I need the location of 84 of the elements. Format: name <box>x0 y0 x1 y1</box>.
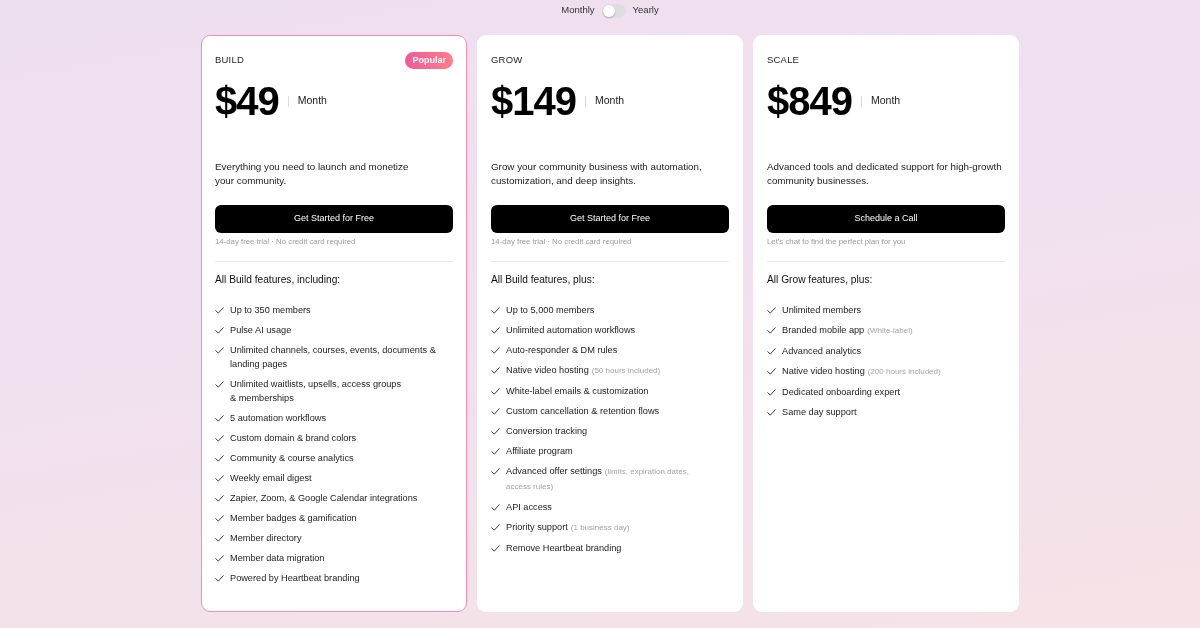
plan-description: Grow your community business with automation, customization, and deep insights. <box>491 160 703 188</box>
feature-text: Member badges & gamification <box>230 512 357 525</box>
feature-text: Native video hosting (50 hours included) <box>506 364 661 377</box>
check-icon <box>215 415 224 422</box>
check-icon <box>215 515 224 522</box>
feature-text: API access <box>506 501 552 514</box>
check-icon <box>215 307 224 314</box>
check-icon <box>491 524 500 531</box>
price: $49 <box>215 81 279 121</box>
billing-toggle[interactable] <box>601 3 626 18</box>
features-heading: All Build features, including: <box>215 273 342 287</box>
check-icon <box>767 307 776 314</box>
check-icon <box>491 347 500 354</box>
cta-button[interactable]: Schedule a Call <box>767 205 1005 233</box>
check-icon <box>491 327 500 334</box>
check-icon <box>215 575 224 582</box>
check-icon <box>215 555 224 562</box>
check-icon <box>215 475 224 482</box>
check-icon <box>215 347 224 354</box>
check-icon <box>767 368 776 375</box>
check-icon <box>215 327 224 334</box>
features-heading: All Build features, plus: <box>491 273 596 287</box>
cta-button[interactable]: Get Started for Free <box>215 205 453 233</box>
check-icon <box>491 367 500 374</box>
check-icon <box>491 448 500 455</box>
features-heading: All Grow features, plus: <box>767 273 874 287</box>
toggle-label: Monthly <box>561 3 595 18</box>
plan-description: Everything you need to launch and monetize your community. <box>215 160 410 188</box>
plan-name: SCALE <box>767 53 800 68</box>
feature-text: Weekly email digest <box>230 472 312 485</box>
toggle-label: Yearly <box>632 3 659 18</box>
price-period: Month <box>871 93 901 109</box>
feature-text: Same day support <box>782 406 857 419</box>
cta-button[interactable]: Get Started for Free <box>491 205 729 233</box>
price-period: Month <box>595 93 625 109</box>
feature-text: White-label emails & customization <box>506 385 649 398</box>
feature-text: Member directory <box>230 532 302 545</box>
feature-text: Unlimited waitlists, upsells, access groups & memberships <box>230 378 402 405</box>
feature-text: Native video hosting (200 hours included) <box>782 365 941 378</box>
feature-text: Priority support (1 business day) <box>506 521 630 534</box>
feature-text: Zapier, Zoom, & Google Calendar integrations <box>230 492 418 505</box>
check-icon <box>491 468 500 475</box>
feature-text: Remove Heartbeat branding <box>506 542 622 555</box>
feature-text: Pulse AI usage <box>230 324 292 337</box>
popular-badge: Popular <box>405 52 453 69</box>
check-icon <box>767 389 776 396</box>
feature-text: Branded mobile app (White-label) <box>782 324 913 337</box>
feature-text: Custom cancellation & retention flows <box>506 405 660 418</box>
feature-text: Up to 350 members <box>230 304 311 317</box>
price: $849 <box>767 81 852 121</box>
check-icon <box>215 435 224 442</box>
check-icon <box>491 388 500 395</box>
feature-text: Dedicated onboarding expert <box>782 386 900 399</box>
plan-name: GROW <box>491 53 523 68</box>
feature-text: Powered by Heartbeat branding <box>230 572 360 585</box>
plan-description: Advanced tools and dedicated support for high-growth community businesses. <box>767 160 1003 188</box>
feature-text: Custom domain & brand colors <box>230 432 357 445</box>
feature-text: Unlimited members <box>782 304 862 317</box>
check-icon <box>767 327 776 334</box>
feature-text: Advanced offer settings (limits, expiration dates, access rules) <box>506 465 690 493</box>
price: $149 <box>491 81 576 121</box>
check-icon <box>215 535 224 542</box>
check-icon <box>491 307 500 314</box>
price-period: Month <box>297 93 327 109</box>
check-icon <box>491 408 500 415</box>
check-icon <box>215 455 224 462</box>
feature-text: Up to 5,000 members <box>506 304 595 317</box>
feature-text: Member data migration <box>230 552 325 565</box>
feature-text: Auto-responder & DM rules <box>506 344 618 357</box>
check-icon <box>215 495 224 502</box>
feature-text: 5 automation workflows <box>230 412 326 425</box>
feature-text: Advanced analytics <box>782 345 862 358</box>
feature-text: Conversion tracking <box>506 425 588 438</box>
check-icon <box>491 545 500 552</box>
check-icon <box>491 504 500 511</box>
feature-text: Unlimited automation workflows <box>506 324 636 337</box>
feature-text: Affiliate program <box>506 445 573 458</box>
plan-name: BUILD <box>215 53 244 68</box>
check-icon <box>215 381 224 388</box>
check-icon <box>491 428 500 435</box>
feature-text: Unlimited channels, courses, events, documents & landing pages <box>230 344 437 371</box>
check-icon <box>767 409 776 416</box>
feature-text: Community & course analytics <box>230 452 354 465</box>
check-icon <box>767 348 776 355</box>
